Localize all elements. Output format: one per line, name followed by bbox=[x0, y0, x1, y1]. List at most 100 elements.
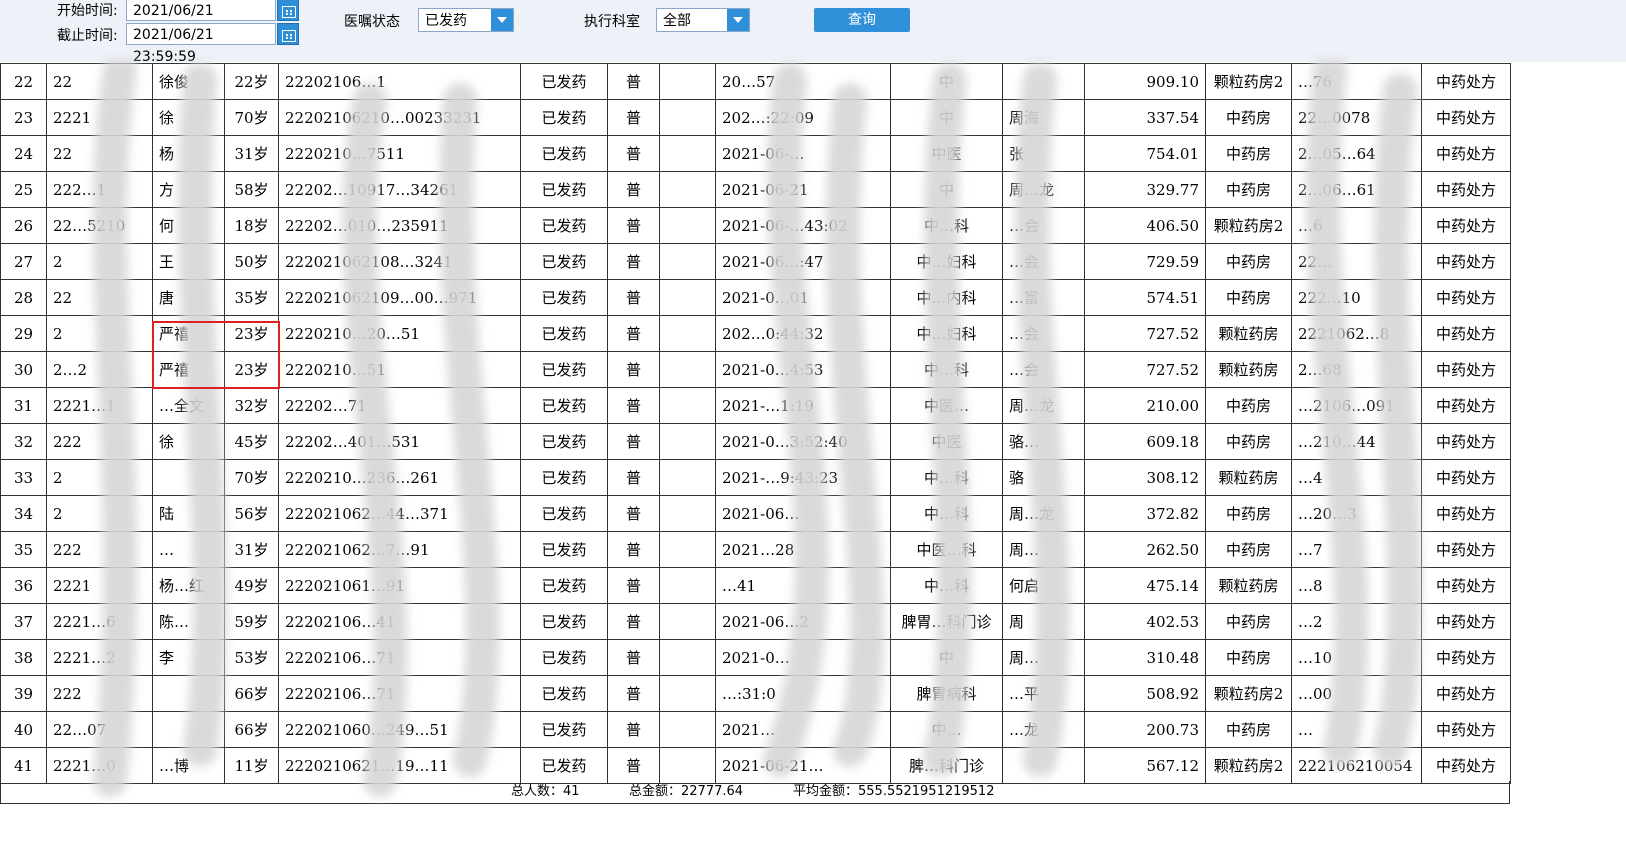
prescription-no-cell: 22202…71 bbox=[278, 387, 521, 424]
department-cell: 中…科 bbox=[890, 351, 1003, 388]
table-row[interactable]: 24 22 杨 31岁 2220210…7511 已发药普 2021-06-… 中医张 754.… bbox=[0, 135, 1511, 172]
patient-id-cell: 2221 bbox=[46, 99, 153, 136]
calendar-icon[interactable] bbox=[277, 0, 299, 21]
empty-cell bbox=[659, 387, 716, 424]
table-row[interactable]: 32 222 徐 45岁 22202…401…531 已发药普 2021-0…3:52:40… bbox=[0, 423, 1511, 460]
patient-name-cell: 方 bbox=[152, 171, 225, 208]
patient-id-cell: 2221…0 bbox=[46, 747, 153, 784]
code-cell: …6 bbox=[1291, 207, 1422, 244]
query-button[interactable]: 查询 bbox=[814, 8, 910, 32]
department-cell: 中… bbox=[890, 711, 1003, 748]
table-row[interactable]: 23 2221 徐 70岁 22202106210…00233231 已发药普 202…:2… bbox=[0, 99, 1511, 136]
row-number-cell: 22 bbox=[0, 63, 47, 100]
status-cell: 已发药 bbox=[520, 135, 608, 172]
exec-dept-select[interactable]: 全部 bbox=[656, 8, 750, 32]
empty-cell bbox=[659, 639, 716, 676]
table-row[interactable]: 38 2221…2 李 53岁 22202106…71 已发药普 2021-0… 中周… 310… bbox=[0, 639, 1511, 676]
patient-name-cell: … bbox=[152, 531, 225, 568]
row-number-cell: 37 bbox=[0, 603, 47, 640]
empty-cell bbox=[659, 495, 716, 532]
status-cell: 已发药 bbox=[520, 711, 608, 748]
status-cell: 已发药 bbox=[520, 207, 608, 244]
prescription-no-cell: 22202106210…00233231 bbox=[278, 99, 521, 136]
empty-cell bbox=[659, 243, 716, 280]
empty-cell bbox=[659, 135, 716, 172]
chevron-down-icon[interactable] bbox=[491, 9, 513, 31]
patient-id-cell: 2 bbox=[46, 495, 153, 532]
empty-cell bbox=[659, 459, 716, 496]
age-cell: 66岁 bbox=[224, 675, 279, 712]
table-row[interactable]: 28 22 唐 35岁 222021062109…00…971 已发药普 2021-0…01… bbox=[0, 279, 1511, 316]
time-cell: …:31:0 bbox=[715, 675, 891, 712]
code-cell: …2 bbox=[1291, 603, 1422, 640]
age-cell: 49岁 bbox=[224, 567, 279, 604]
empty-cell bbox=[659, 423, 716, 460]
code-cell: 22…0078 bbox=[1291, 99, 1422, 136]
patient-name-cell bbox=[152, 711, 225, 748]
type-cell: 普 bbox=[607, 279, 660, 316]
type-cell: 普 bbox=[607, 531, 660, 568]
doctor-cell: …富 bbox=[1002, 279, 1085, 316]
total-people: 总人数：41 bbox=[511, 784, 580, 799]
amount-cell: 609.18 bbox=[1084, 423, 1206, 460]
end-time-input[interactable]: 2021/06/21 23:59:59 bbox=[126, 23, 276, 65]
amount-cell: 574.51 bbox=[1084, 279, 1206, 316]
pharmacy-cell: 中药房 bbox=[1205, 711, 1292, 748]
age-cell: 66岁 bbox=[224, 711, 279, 748]
pharmacy-cell: 颗粒药房2 bbox=[1205, 747, 1292, 784]
amount-cell: 727.52 bbox=[1084, 351, 1206, 388]
age-cell: 70岁 bbox=[224, 99, 279, 136]
kind-cell: 中药处方 bbox=[1421, 99, 1511, 136]
row-number-cell: 33 bbox=[0, 459, 47, 496]
status-cell: 已发药 bbox=[520, 315, 608, 352]
order-status-select[interactable]: 已发药 bbox=[418, 8, 514, 32]
code-cell: 222…10 bbox=[1291, 279, 1422, 316]
empty-cell bbox=[659, 207, 716, 244]
department-cell: 中…妇科 bbox=[890, 243, 1003, 280]
status-cell: 已发药 bbox=[520, 639, 608, 676]
table-row[interactable]: 35 222… 31岁 222021062…7…91 已发药普 2021…28 中医…科 周…… bbox=[0, 531, 1511, 568]
status-cell: 已发药 bbox=[520, 459, 608, 496]
row-number-cell: 35 bbox=[0, 531, 47, 568]
kind-cell: 中药处方 bbox=[1421, 279, 1511, 316]
patient-id-cell: 2221…1 bbox=[46, 387, 153, 424]
table-row[interactable]: 25 222…1 方 58岁 22202…10917…34261 已发药普 2021-06-… bbox=[0, 171, 1511, 208]
time-cell: 2021-06-21 bbox=[715, 171, 891, 208]
start-time-input[interactable]: 2021/06/21 00:00:00 bbox=[126, 0, 276, 41]
patient-id-cell: 2221 bbox=[46, 567, 153, 604]
patient-id-cell: 2 bbox=[46, 315, 153, 352]
doctor-cell bbox=[1002, 63, 1085, 100]
amount-cell: 200.73 bbox=[1084, 711, 1206, 748]
amount-cell: 508.92 bbox=[1084, 675, 1206, 712]
table-row[interactable]: 41 2221…0 …博 11岁 2220210621…19…11 已发药普 2021-06… bbox=[0, 747, 1511, 784]
summary-bar: 总人数：41 总金额：22777.64 平均金额：555.55219512195… bbox=[0, 781, 1510, 804]
age-cell: 53岁 bbox=[224, 639, 279, 676]
table-row[interactable]: 26 22…5210 何 18岁 22202…010…235911 已发药普 2021-06… bbox=[0, 207, 1511, 244]
table-row[interactable]: 39 222 66岁 22202106…71 已发药普 …:31:0 脾胃病科 …平 508.9… bbox=[0, 675, 1511, 712]
row-number-cell: 31 bbox=[0, 387, 47, 424]
table-row[interactable]: 37 2221…6 陈… 59岁 22202106…41 已发药普 2021-06…2 脾胃…… bbox=[0, 603, 1511, 640]
chevron-down-icon[interactable] bbox=[727, 9, 749, 31]
patient-name-cell: 徐 bbox=[152, 99, 225, 136]
table-row[interactable]: 27 2 王 50岁 222021062108…3241 已发药普 2021-06…:47 中… bbox=[0, 243, 1511, 280]
order-status-value: 已发药 bbox=[425, 13, 467, 29]
table-row[interactable]: 36 2221 杨…红 49岁 222021061…91 已发药普 …41 中…科 何启 475.… bbox=[0, 567, 1511, 604]
kind-cell: 中药处方 bbox=[1421, 567, 1511, 604]
table-row[interactable]: 33 2 70岁 2220210…236…261 已发药普 2021-…9:43:23 中…… bbox=[0, 459, 1511, 496]
row-number-cell: 25 bbox=[0, 171, 47, 208]
pharmacy-cell: 颗粒药房 bbox=[1205, 567, 1292, 604]
table-row[interactable]: 34 2 陆 56岁 222021062…44…371 已发药普 2021-06… 中…科 周…… bbox=[0, 495, 1511, 532]
table-row[interactable]: 22 22 徐俊 22岁 22202106…1 已发药普 20…57 中 909.10 颗粒药房2… bbox=[0, 63, 1511, 100]
row-number-cell: 32 bbox=[0, 423, 47, 460]
table-row[interactable]: 31 2221…1 …全文 32岁 22202…71 已发药普 2021-…1:19 中医… 周… bbox=[0, 387, 1511, 424]
time-cell: 2021-06… bbox=[715, 495, 891, 532]
exec-dept-label: 执行科室 bbox=[584, 14, 640, 30]
patient-name-cell: …全文 bbox=[152, 387, 225, 424]
table-row[interactable]: 40 22…07 66岁 222021060…249…51 已发药普 2021… 中… …龙 2… bbox=[0, 711, 1511, 748]
row-number-cell: 34 bbox=[0, 495, 47, 532]
calendar-icon[interactable] bbox=[277, 23, 299, 45]
amount-cell: 308.12 bbox=[1084, 459, 1206, 496]
type-cell: 普 bbox=[607, 99, 660, 136]
age-cell: 18岁 bbox=[224, 207, 279, 244]
end-time-label: 截止时间: bbox=[57, 28, 118, 44]
